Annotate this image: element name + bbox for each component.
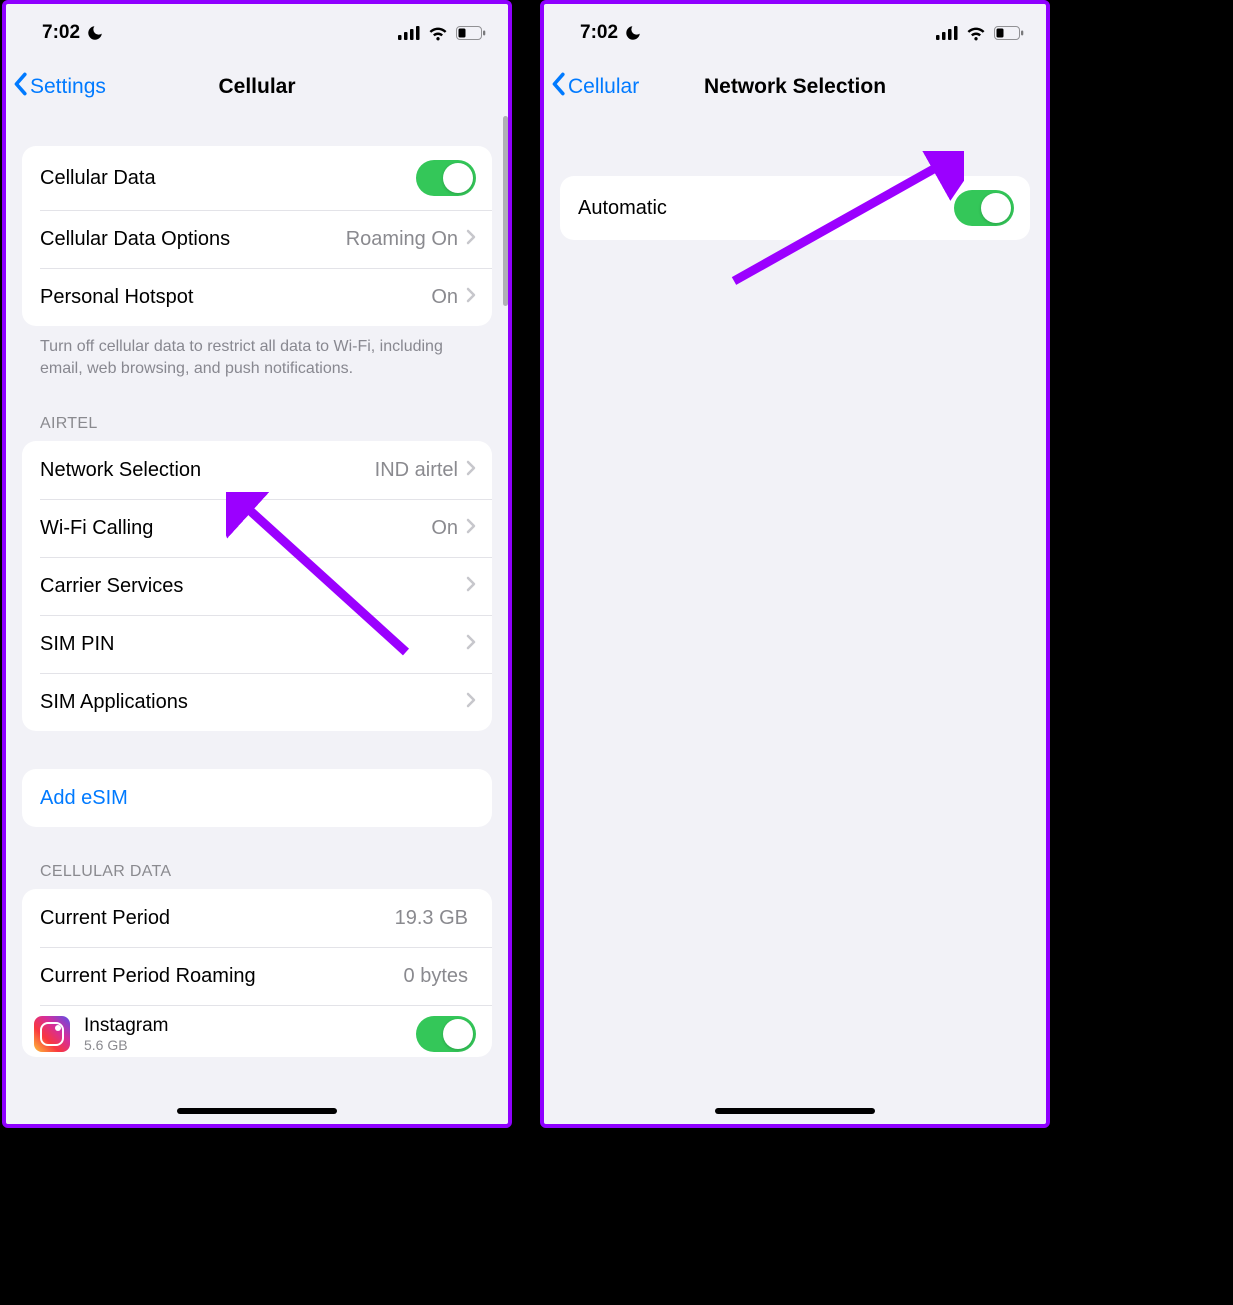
row-personal-hotspot[interactable]: Personal Hotspot On (22, 268, 492, 326)
row-sim-pin[interactable]: SIM PIN (22, 615, 492, 673)
page-title: Cellular (218, 75, 295, 99)
scrollbar[interactable] (503, 116, 508, 306)
row-detail: On (431, 517, 458, 540)
row-label: Network Selection (40, 459, 375, 482)
back-button[interactable]: Cellular (550, 72, 639, 102)
row-label: Current Period (40, 907, 395, 930)
group-automatic: Automatic (560, 176, 1030, 240)
group-carrier: Network Selection IND airtel Wi-Fi Calli… (22, 441, 492, 731)
home-indicator[interactable] (177, 1108, 337, 1114)
chevron-right-icon (466, 228, 476, 251)
instagram-icon (34, 1016, 70, 1052)
chevron-right-icon (466, 517, 476, 540)
status-bar: 7:02 (544, 4, 1046, 58)
row-label: SIM PIN (40, 633, 466, 656)
row-detail: On (431, 286, 458, 309)
cellular-data-toggle[interactable] (416, 160, 476, 196)
wifi-icon (428, 26, 448, 41)
automatic-toggle[interactable] (954, 190, 1014, 226)
screenshot-network-selection: 7:02 Cel (540, 0, 1050, 1128)
row-label: Wi-Fi Calling (40, 517, 431, 540)
row-label: Cellular Data Options (40, 228, 346, 251)
row-current-period[interactable]: Current Period 19.3 GB (22, 889, 492, 947)
row-cellular-data-options[interactable]: Cellular Data Options Roaming On (22, 210, 492, 268)
chevron-right-icon (466, 575, 476, 598)
row-wifi-calling[interactable]: Wi-Fi Calling On (22, 499, 492, 557)
status-time: 7:02 (42, 22, 80, 44)
section-header-carrier: AIRTEL (22, 379, 492, 441)
app-size: 5.6 GB (84, 1037, 416, 1053)
row-label: Personal Hotspot (40, 286, 431, 309)
row-label: Add eSIM (40, 787, 476, 810)
app-name: Instagram (84, 1015, 416, 1037)
group-footer: Turn off cellular data to restrict all d… (22, 326, 492, 379)
row-current-period-roaming[interactable]: Current Period Roaming 0 bytes (22, 947, 492, 1005)
back-button[interactable]: Settings (12, 72, 106, 102)
chevron-left-icon (12, 72, 28, 102)
row-label: Automatic (578, 197, 954, 220)
chevron-right-icon (466, 459, 476, 482)
cellular-signal-icon (398, 26, 420, 40)
row-app-instagram[interactable]: Instagram 5.6 GB (22, 1005, 492, 1057)
row-detail: 0 bytes (404, 965, 468, 988)
do-not-disturb-icon (624, 24, 642, 42)
row-network-selection[interactable]: Network Selection IND airtel (22, 441, 492, 499)
battery-icon (456, 26, 486, 40)
group-esim: Add eSIM (22, 769, 492, 827)
app-data-toggle[interactable] (416, 1016, 476, 1052)
nav-bar: Settings Cellular (6, 58, 508, 116)
chevron-left-icon (550, 72, 566, 102)
row-detail: Roaming On (346, 228, 458, 251)
group-usage: Current Period 19.3 GB Current Period Ro… (22, 889, 492, 1057)
row-cellular-data[interactable]: Cellular Data (22, 146, 492, 210)
row-label: Cellular Data (40, 167, 416, 190)
chevron-right-icon (466, 633, 476, 656)
back-label: Settings (30, 75, 106, 99)
row-detail: 19.3 GB (395, 907, 468, 930)
row-detail: IND airtel (375, 459, 458, 482)
do-not-disturb-icon (86, 24, 104, 42)
row-carrier-services[interactable]: Carrier Services (22, 557, 492, 615)
page-title: Network Selection (704, 75, 886, 99)
row-automatic[interactable]: Automatic (560, 176, 1030, 240)
battery-icon (994, 26, 1024, 40)
cellular-signal-icon (936, 26, 958, 40)
home-indicator[interactable] (715, 1108, 875, 1114)
wifi-icon (966, 26, 986, 41)
status-time: 7:02 (580, 22, 618, 44)
nav-bar: Cellular Network Selection (544, 58, 1046, 116)
row-label: Carrier Services (40, 575, 466, 598)
row-add-esim[interactable]: Add eSIM (22, 769, 492, 827)
group-main: Cellular Data Cellular Data Options Roam… (22, 146, 492, 326)
back-label: Cellular (568, 75, 639, 99)
section-header-cellular-data: CELLULAR DATA (22, 827, 492, 889)
row-label: Current Period Roaming (40, 965, 404, 988)
row-sim-applications[interactable]: SIM Applications (22, 673, 492, 731)
chevron-right-icon (466, 286, 476, 309)
row-label: SIM Applications (40, 691, 466, 714)
chevron-right-icon (466, 691, 476, 714)
status-bar: 7:02 (6, 4, 508, 58)
screenshot-cellular: 7:02 Set (2, 0, 512, 1128)
